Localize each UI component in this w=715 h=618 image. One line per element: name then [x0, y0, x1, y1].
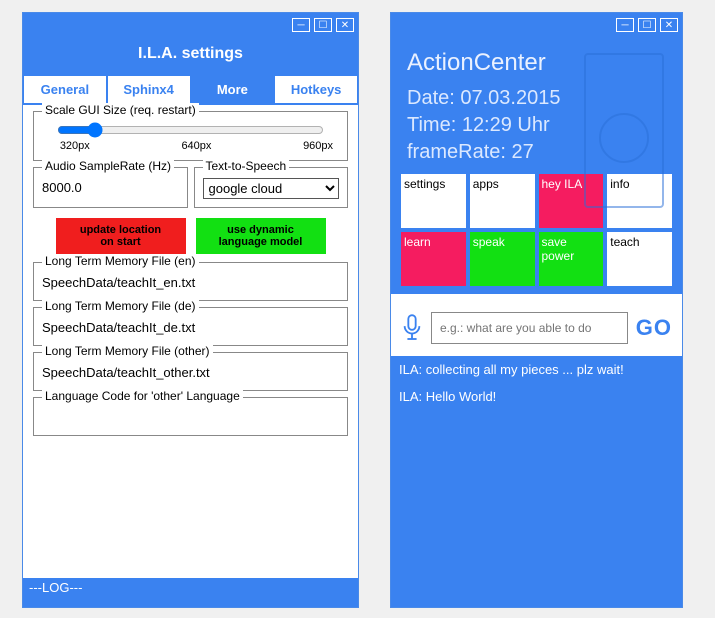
log-line: ILA: Hello World! — [399, 389, 674, 404]
tick-640: 640px — [181, 140, 211, 152]
scale-slider[interactable] — [57, 122, 324, 138]
tile-apps[interactable]: apps — [470, 174, 535, 228]
scale-gui-fieldset: Scale GUI Size (req. restart) 320px 640p… — [33, 111, 348, 161]
maximize-icon[interactable]: ☐ — [314, 18, 332, 32]
tab-sphinx4[interactable]: Sphinx4 — [107, 75, 191, 103]
scale-gui-legend: Scale GUI Size (req. restart) — [42, 103, 199, 117]
window-title: I.L.A. settings — [23, 37, 358, 75]
ltm-de-fieldset: Long Term Memory File (de) — [33, 307, 348, 346]
tile-learn[interactable]: learn — [401, 232, 466, 286]
slider-ticks: 320px 640px 960px — [60, 140, 333, 152]
close-icon[interactable]: ✕ — [660, 18, 678, 32]
update-location-button[interactable]: update location on start — [56, 218, 186, 254]
input-bar: GO — [391, 294, 682, 356]
log-line: ILA: collecting all my pieces ... plz wa… — [399, 362, 674, 377]
tile-teach[interactable]: teach — [607, 232, 672, 286]
lang-code-input[interactable] — [42, 408, 339, 427]
settings-content: Scale GUI Size (req. restart) 320px 640p… — [23, 105, 358, 442]
actioncenter-window: ─ ☐ ✕ ActionCenter Date: 07.03.2015 Time… — [390, 12, 683, 608]
lang-code-legend: Language Code for 'other' Language — [42, 389, 243, 403]
tab-more[interactable]: More — [191, 75, 275, 103]
tile-save-power[interactable]: save power — [539, 232, 604, 286]
ltm-en-fieldset: Long Term Memory File (en) — [33, 262, 348, 301]
ltm-de-input[interactable] — [42, 318, 339, 337]
tab-bar: General Sphinx4 More Hotkeys — [23, 75, 358, 105]
command-input[interactable] — [431, 312, 628, 344]
ltm-other-legend: Long Term Memory File (other) — [42, 344, 213, 358]
samplerate-legend: Audio SampleRate (Hz) — [42, 159, 174, 173]
titlebar: ─ ☐ ✕ — [23, 13, 358, 37]
log-footer: ---LOG--- — [23, 578, 358, 607]
tts-fieldset: Text-to-Speech google cloud — [194, 167, 349, 208]
tile-settings[interactable]: settings — [401, 174, 466, 228]
ltm-de-legend: Long Term Memory File (de) — [42, 299, 199, 313]
ltm-en-legend: Long Term Memory File (en) — [42, 254, 199, 268]
tick-320: 320px — [60, 140, 90, 152]
microphone-icon[interactable] — [401, 313, 423, 343]
tab-general[interactable]: General — [23, 75, 107, 103]
tile-speak[interactable]: speak — [470, 232, 535, 286]
samplerate-input[interactable] — [42, 178, 179, 197]
tab-hotkeys[interactable]: Hotkeys — [274, 75, 358, 103]
settings-window: ─ ☐ ✕ I.L.A. settings General Sphinx4 Mo… — [22, 12, 359, 608]
samplerate-fieldset: Audio SampleRate (Hz) — [33, 167, 188, 208]
titlebar: ─ ☐ ✕ — [391, 13, 682, 37]
ltm-other-fieldset: Long Term Memory File (other) — [33, 352, 348, 391]
go-button[interactable]: GO — [636, 315, 672, 341]
minimize-icon[interactable]: ─ — [292, 18, 310, 32]
lang-code-fieldset: Language Code for 'other' Language — [33, 397, 348, 436]
ltm-en-input[interactable] — [42, 273, 339, 292]
tts-select[interactable]: google cloud — [203, 178, 340, 199]
close-icon[interactable]: ✕ — [336, 18, 354, 32]
maximize-icon[interactable]: ☐ — [638, 18, 656, 32]
tick-960: 960px — [303, 140, 333, 152]
phone-graphic-icon — [584, 53, 664, 208]
actioncenter-panel: ActionCenter Date: 07.03.2015 Time: 12:2… — [391, 37, 682, 294]
log-area: ILA: collecting all my pieces ... plz wa… — [391, 356, 682, 607]
minimize-icon[interactable]: ─ — [616, 18, 634, 32]
ltm-other-input[interactable] — [42, 363, 339, 382]
dynamic-lang-model-button[interactable]: use dynamic language model — [196, 218, 326, 254]
tts-legend: Text-to-Speech — [203, 159, 290, 173]
